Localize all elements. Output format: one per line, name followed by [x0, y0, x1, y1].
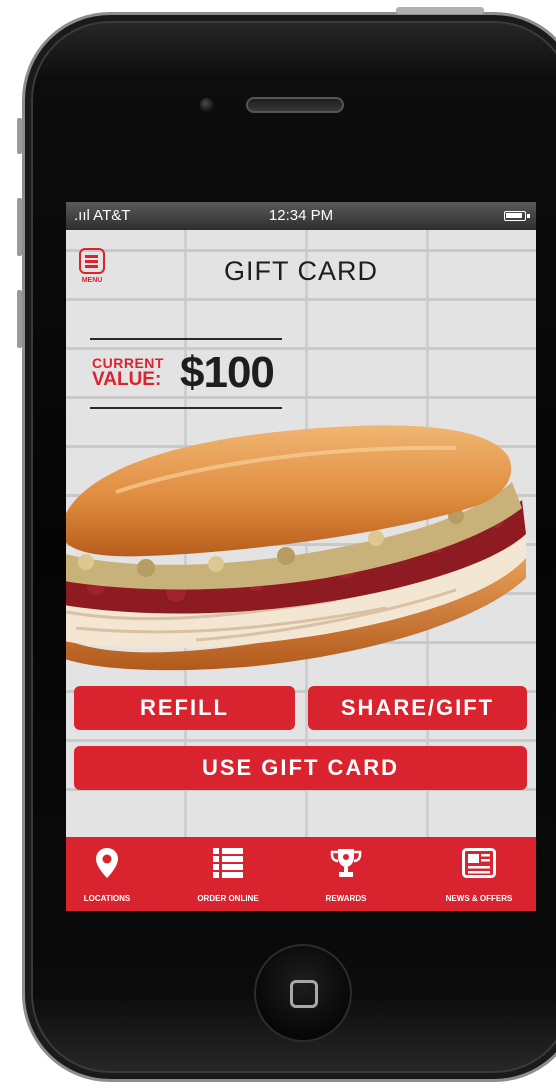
power-button [396, 7, 484, 14]
tab-bar: LOCATIONS ORDER ONLINE REWARDS NEWS & OF… [66, 837, 536, 911]
current-value-label-line1: CURRENT [92, 355, 164, 371]
phone-screen: .ııl AT&T 12:34 PM MENU GIFT CARD CURREN… [66, 202, 536, 911]
tab-news-offers[interactable]: NEWS & OFFERS [422, 837, 536, 911]
tab-rewards[interactable]: REWARDS [306, 837, 386, 911]
sandwich-image [66, 425, 526, 671]
tab-label: REWARDS [325, 894, 367, 903]
home-square-icon [290, 980, 318, 1008]
list-icon [213, 848, 243, 878]
newspaper-icon [462, 848, 496, 878]
divider [90, 338, 282, 340]
volume-up-button [17, 198, 22, 256]
current-value-label-line2: VALUE: [92, 369, 162, 390]
front-camera [200, 98, 214, 112]
status-bar: .ııl AT&T 12:34 PM [66, 202, 536, 230]
share-gift-button[interactable]: SHARE/GIFT [308, 686, 527, 730]
tab-label: NEWS & OFFERS [445, 894, 513, 903]
current-value-amount: $100 [180, 348, 275, 397]
page-title: GIFT CARD [223, 256, 378, 286]
status-time: 12:34 PM [268, 207, 334, 224]
gift-card-view: MENU GIFT CARD CURRENT VALUE: $100 REFIL… [66, 230, 536, 837]
tab-label: LOCATIONS [83, 894, 131, 903]
volume-down-button [17, 290, 22, 348]
trophy-icon [330, 849, 362, 877]
refill-button[interactable]: REFILL [74, 686, 295, 730]
use-gift-card-button[interactable]: USE GIFT CARD [74, 746, 527, 790]
home-button[interactable] [254, 944, 352, 1042]
battery-icon [504, 211, 530, 221]
current-value-label: CURRENT VALUE: [92, 356, 164, 389]
mute-switch [17, 118, 22, 154]
location-pin-icon [96, 848, 118, 878]
earpiece-speaker [246, 97, 344, 113]
tab-order-online[interactable]: ORDER ONLINE [172, 837, 284, 911]
tab-label: ORDER ONLINE [197, 894, 259, 903]
tab-locations[interactable]: LOCATIONS [66, 837, 148, 911]
